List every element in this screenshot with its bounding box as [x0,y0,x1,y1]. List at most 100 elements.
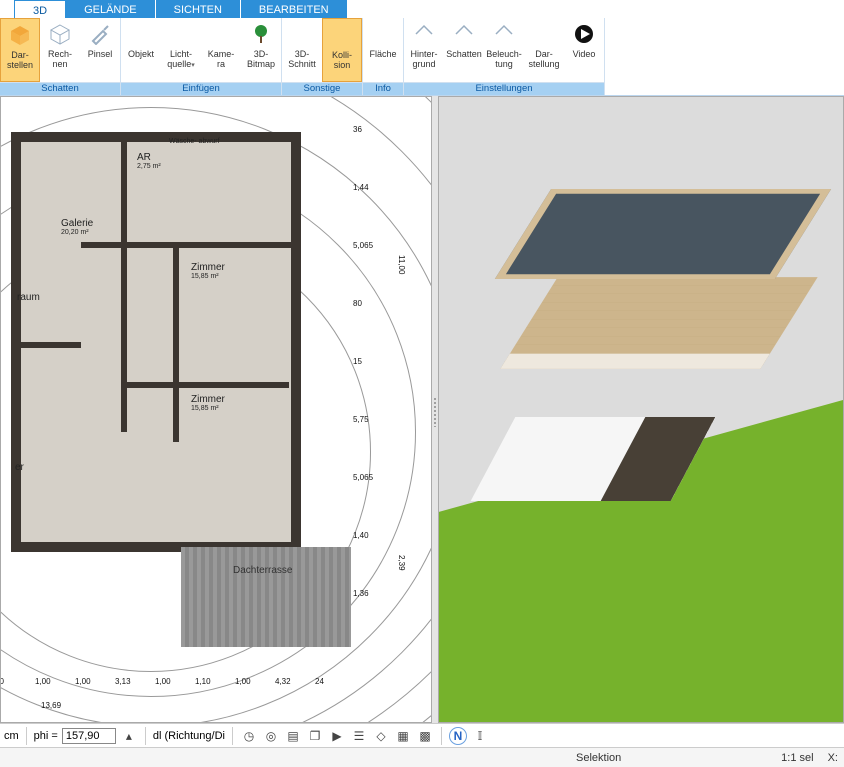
ribbon-item-label: 3D-Bitmap [247,49,275,69]
building-outline: AR2,75 m² Galerie20,20 m² Zimmer15,85 m²… [11,132,301,552]
dimension-value: 3,13 [115,677,131,686]
upper-floor-facade [500,277,817,369]
ribbon-house-light-button[interactable]: Beleuch-tung [484,18,524,82]
ribbon-person-button[interactable]: Kolli-sion [322,18,362,82]
tool-diamond-icon[interactable]: ◇ [372,727,390,745]
ribbon-group-einfügen: Objekt Licht-quelle▾ Kame-ra 3D-Bitmap Einfü… [121,18,282,95]
menu-tab-3d[interactable]: 3D [14,0,66,18]
dimension-value: 36 [353,125,362,134]
ribbon-item-label: Hinter-grund [410,49,437,69]
roof-terrace [181,547,351,647]
ribbon-house-shadow-button[interactable]: Schatten [444,18,484,82]
ribbon-brush-button[interactable]: Pinsel [80,18,120,82]
dimension-value: 5,065 [353,473,373,482]
room-label-ar: AR2,75 m² [137,152,161,170]
ribbon-item-label: Pinsel [88,49,113,59]
play-circle-icon [572,22,596,46]
ribbon-house-outline-button[interactable]: Hinter-grund [404,18,444,82]
dimension-value: 1,40 [353,531,369,540]
ribbon-monitor-button[interactable]: Dar-stellung [524,18,564,82]
phi-input[interactable] [62,728,116,744]
ribbon-ruler-area-button[interactable]: m²Fläche [363,18,403,82]
ground-floor-volume [470,417,715,501]
plan-canvas[interactable]: AR2,75 m² Galerie20,20 m² Zimmer15,85 m²… [1,97,431,722]
ribbon-cube-wire-button[interactable]: Rech-nen [40,18,80,82]
menu-tab-bearbeiten[interactable]: BEARBEITEN [241,0,348,18]
main-menu-tabs: 3D GELÄNDE SICHTEN BEARBEITEN [0,0,844,18]
status-selection: Selektion [576,752,621,764]
camera-icon [209,22,233,46]
house-shadow-icon [452,22,476,46]
building-3d [473,159,813,499]
dimension-value: 80 [353,299,362,308]
dimension-value: 1,10 [195,677,211,686]
house-outline-icon [412,22,436,46]
chevron-down-icon: ▾ [191,62,195,69]
tool-cursor-icon[interactable]: ▶ [328,727,346,745]
tool-north-icon[interactable]: N [449,727,467,745]
bulb-icon [169,22,193,46]
dimension-value: 24 [315,677,324,686]
tool-clock-icon[interactable]: ◷ [240,727,258,745]
dimension-value: 5,75 [353,415,369,424]
dimension-value: 1,00 [35,677,51,686]
tool-section-icon[interactable]: 𝕀 [471,727,489,745]
ribbon-item-label: Schatten [446,49,482,59]
ribbon-group-label: Einstellungen [404,82,604,95]
dimension-value: 5,065 [353,241,373,250]
dl-label: dl (Richtung/Di [153,730,225,742]
room-label-waesche: Wäsche- abwurf [169,138,220,146]
plan-view-2d[interactable]: AR2,75 m² Galerie20,20 m² Zimmer15,85 m²… [0,96,432,723]
room-label-dachterrasse: Dachterrasse [233,565,292,576]
tool-stack-icon[interactable]: ☰ [350,727,368,745]
menu-tab-spacer [0,0,14,18]
cube-solid-icon [8,23,32,47]
flat-roof [494,189,830,279]
ribbon-group-label: Info [363,82,403,95]
bottom-tool-strip: cm phi = ▴ dl (Richtung/Di ◷ ◎ ▤ ❐ ▶ ☰ ◇… [0,723,844,747]
ribbon-group-label: Einfügen [121,82,281,95]
ribbon-chair-button[interactable]: Objekt [121,18,161,82]
tool-target-icon[interactable]: ◎ [262,727,280,745]
tool-grid-icon[interactable]: ▩ [416,727,434,745]
room-label-zimmer2: Zimmer15,85 m² [191,394,225,412]
tool-copy-icon[interactable]: ❐ [306,727,324,745]
dimension-value: 4,32 [275,677,291,686]
ribbon-item-label: Rech-nen [48,49,72,69]
menu-tab-gelaende[interactable]: GELÄNDE [66,0,156,18]
ribbon-item-label: 3D-Schnitt [288,49,316,69]
room-label-er: er [15,462,24,473]
dimension-value: 15 [353,357,362,366]
ribbon-item-label: Licht-quelle▾ [167,49,195,71]
dimension-value: 1,36 [353,589,369,598]
cube-wire-icon [48,22,72,46]
ribbon-play-circle-button[interactable]: Video [564,18,604,82]
ribbon-item-label: Video [573,49,596,59]
scene-3d[interactable] [439,97,843,722]
ribbon-cube-solid-button[interactable]: Dar-stellen [0,18,40,82]
work-area: AR2,75 m² Galerie20,20 m² Zimmer15,85 m²… [0,96,844,723]
ribbon-tree-button[interactable]: 3D-Bitmap [241,18,281,82]
section-plane-icon [290,22,314,46]
room-label-zimmer1: Zimmer15,85 m² [191,262,225,280]
ribbon-group-info: m²FlächeInfo [363,18,404,95]
tool-layers-icon[interactable]: ▤ [284,727,302,745]
ribbon-group-einstellungen: Hinter-grund SchattenBeleuch-tungDar-stel… [404,18,605,95]
house-light-icon [492,22,516,46]
ribbon-camera-button[interactable]: Kame-ra [201,18,241,82]
plan-view-3d[interactable] [438,96,844,723]
ribbon-section-plane-button[interactable]: 3D-Schnitt [282,18,322,82]
ribbon-item-label: Kolli-sion [332,50,352,70]
ribbon-item-label: Dar-stellung [528,49,559,69]
menu-tab-sichten[interactable]: SICHTEN [156,0,241,18]
dimension-value: 1,00 [155,677,171,686]
ribbon-toolbar: Dar-stellen Rech-nen Pinsel Schatten Objekt L… [0,18,844,96]
ribbon-item-label: Fläche [369,49,396,59]
status-coord-x: X: [828,752,838,764]
stepper-up-icon[interactable]: ▴ [120,727,138,745]
tool-hatch-icon[interactable]: ▦ [394,727,412,745]
ribbon-bulb-button[interactable]: Licht-quelle▾ [161,18,201,82]
tree-icon [249,22,273,46]
dimension-value: 1,44 [353,183,369,192]
status-scale: 1:1 sel [781,752,813,764]
